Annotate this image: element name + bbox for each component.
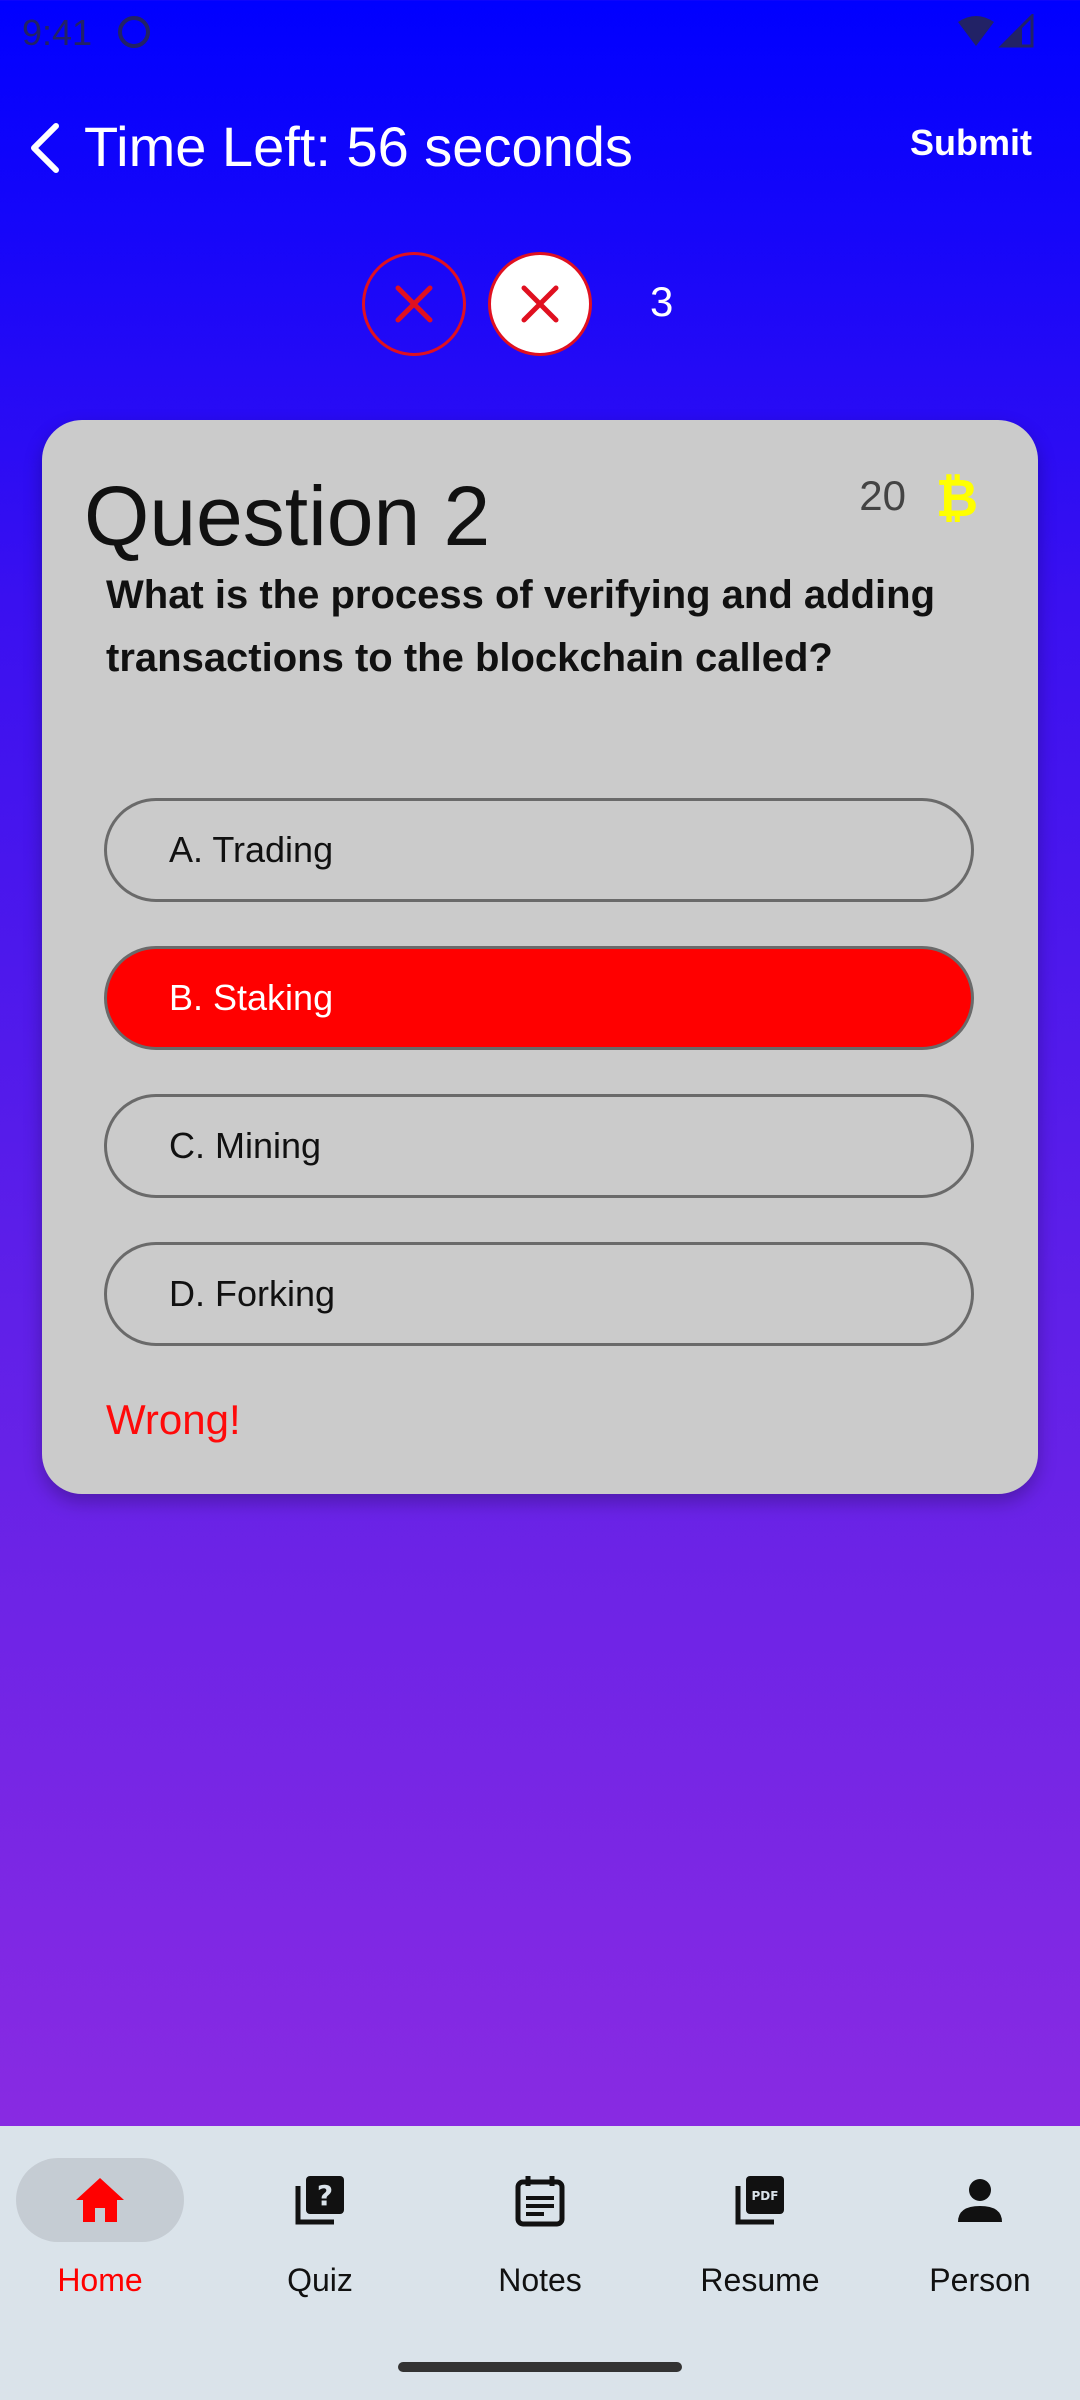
nav-label-resume: Resume xyxy=(700,2262,820,2298)
nav-label-home: Home xyxy=(57,2262,143,2298)
home-icon xyxy=(76,2178,124,2222)
nav-label-notes: Notes xyxy=(498,2262,582,2298)
person-icon xyxy=(958,2179,1002,2222)
answer-feedback: Wrong! xyxy=(106,1396,241,1443)
status-bar: 9:41 xyxy=(0,0,1080,64)
status-icons xyxy=(956,14,1036,48)
nav-item-notes[interactable]: Notes xyxy=(432,2158,648,2318)
option-d[interactable]: D. Forking xyxy=(104,1242,974,1346)
bottom-navigation: Home ? Quiz Notes PDF Resume Person xyxy=(0,2126,1080,2400)
question-title: Question 2 xyxy=(84,469,491,563)
quiz-icon: ? xyxy=(295,2176,344,2225)
bitcoin-icon: ₿ xyxy=(936,469,978,526)
chevron-left-icon xyxy=(31,123,59,173)
wifi-icon xyxy=(958,16,994,46)
sync-icon xyxy=(118,16,150,48)
option-a[interactable]: A. Trading xyxy=(104,798,974,902)
points-value: 20 xyxy=(859,472,906,519)
nav-item-resume[interactable]: PDF Resume xyxy=(652,2158,868,2318)
back-button[interactable] xyxy=(18,118,78,178)
close-icon xyxy=(521,285,559,323)
lives-count: 3 xyxy=(650,278,674,325)
life-lost-icon xyxy=(362,252,466,356)
pdf-icon: PDF xyxy=(735,2176,784,2225)
nav-item-quiz[interactable]: ? Quiz xyxy=(212,2158,428,2318)
nav-label-quiz: Quiz xyxy=(287,2262,353,2298)
nav-item-home[interactable]: Home xyxy=(0,2158,216,2318)
svg-text:₿: ₿ xyxy=(936,469,978,526)
svg-text:PDF: PDF xyxy=(752,2189,779,2203)
option-c[interactable]: C. Mining xyxy=(104,1094,974,1198)
nav-label-person: Person xyxy=(929,2262,1031,2298)
svg-text:?: ? xyxy=(317,2179,333,2212)
home-indicator[interactable] xyxy=(398,2362,682,2372)
status-time: 9:41 xyxy=(22,12,93,53)
nav-item-person[interactable]: Person xyxy=(872,2158,1080,2318)
timer-title: Time Left: 56 seconds xyxy=(84,115,633,178)
question-card: Question 2 20 ₿ What is the process of v… xyxy=(42,420,1038,1494)
app-bar: Time Left: 56 seconds Submit xyxy=(0,100,1080,200)
option-b[interactable]: B. Staking xyxy=(104,946,974,1050)
points-badge: 20 ₿ xyxy=(846,468,986,528)
life-lost-icon xyxy=(488,252,592,356)
notes-icon xyxy=(515,2176,565,2227)
close-icon xyxy=(395,285,433,323)
lives-indicator: 3 xyxy=(0,250,1080,360)
question-text: What is the process of verifying and add… xyxy=(106,573,936,680)
submit-button[interactable]: Submit xyxy=(910,122,1032,164)
